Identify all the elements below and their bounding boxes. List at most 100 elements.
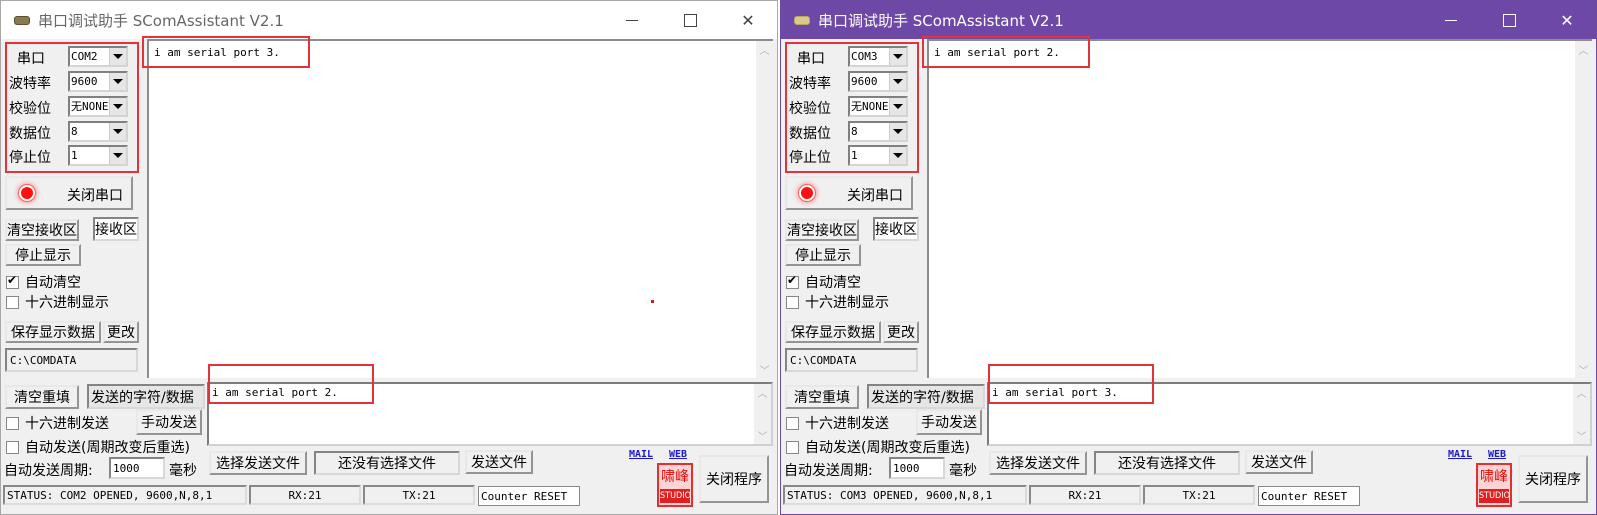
web-link[interactable]: WEB xyxy=(1488,449,1506,460)
checkbox-icon[interactable] xyxy=(6,440,19,454)
auto-send-checkbox[interactable]: 自动发送(周期改变后重选) xyxy=(6,437,190,457)
title-bar[interactable]: 串口调试助手 SComAssistant V2.1 ✕ xyxy=(1,1,777,39)
studio-logo[interactable]: 啸峰 STUDIO xyxy=(1476,463,1512,507)
serial-port-app-icon xyxy=(14,15,30,25)
checkbox-icon[interactable] xyxy=(6,273,19,289)
stopbits-select[interactable]: 1 xyxy=(848,145,908,166)
chevron-down-icon[interactable] xyxy=(889,48,906,65)
receive-scrollbar[interactable]: ︿ ﹀ xyxy=(756,41,773,378)
maximize-button[interactable] xyxy=(1480,1,1538,39)
parity-label: 校验位 xyxy=(9,101,51,117)
auto-send-period-input[interactable]: 1000 xyxy=(109,457,165,479)
checkbox-icon[interactable] xyxy=(6,416,19,430)
clear-send-button[interactable]: 清空重填 xyxy=(785,385,859,409)
hex-send-checkbox[interactable]: 十六进制发送 xyxy=(786,413,889,433)
auto-send-checkbox[interactable]: 自动发送(周期改变后重选) xyxy=(786,437,970,457)
close-button[interactable]: ✕ xyxy=(1538,1,1596,39)
port-select[interactable]: COM2 xyxy=(68,46,128,67)
serial-assistant-window-1[interactable]: 串口调试助手 SComAssistant V2.1 ✕ 串口 COM2 波特率 … xyxy=(0,0,778,515)
baud-label: 波特率 xyxy=(789,76,831,92)
clear-send-button[interactable]: 清空重填 xyxy=(5,385,79,409)
exit-program-button[interactable]: 关闭程序 xyxy=(1518,455,1588,503)
title-bar[interactable]: 串口调试助手 SComAssistant V2.1 ✕ xyxy=(781,1,1596,39)
manual-send-button[interactable]: 手动发送 xyxy=(136,409,202,435)
hex-display-checkbox[interactable]: 十六进制显示 xyxy=(6,292,109,312)
checkbox-icon[interactable] xyxy=(6,295,19,309)
scroll-up-icon[interactable]: ︿ xyxy=(754,384,771,401)
mail-link[interactable]: MAIL xyxy=(1448,449,1472,460)
chevron-down-icon[interactable] xyxy=(109,98,126,115)
databits-select[interactable]: 8 xyxy=(848,121,908,142)
chevron-down-icon[interactable] xyxy=(109,73,126,90)
chevron-down-icon[interactable] xyxy=(109,123,126,140)
serial-assistant-window-2[interactable]: 串口调试助手 SComAssistant V2.1 ✕ 串口 COM3 波特率 … xyxy=(780,0,1597,515)
minimize-button[interactable] xyxy=(603,1,661,39)
auto-clear-checkbox[interactable]: 自动清空 xyxy=(6,272,81,292)
parity-select[interactable]: 无NONE xyxy=(848,96,908,117)
counter-reset-button[interactable]: Counter RESET xyxy=(1258,486,1360,506)
checkbox-icon[interactable] xyxy=(786,295,799,309)
scroll-down-icon[interactable]: ﹀ xyxy=(756,361,773,378)
counter-reset-button[interactable]: Counter RESET xyxy=(478,486,580,506)
maximize-button[interactable] xyxy=(661,1,719,39)
send-file-button[interactable]: 发送文件 xyxy=(1245,450,1313,474)
clear-receive-button[interactable]: 清空接收区 xyxy=(5,219,79,241)
scroll-up-icon[interactable]: ︿ xyxy=(1575,41,1592,58)
save-display-data-button[interactable]: 保存显示数据 xyxy=(785,321,881,343)
databits-select[interactable]: 8 xyxy=(68,121,128,142)
scroll-down-icon[interactable]: ﹀ xyxy=(754,427,771,444)
checkbox-icon[interactable] xyxy=(786,416,799,430)
chevron-down-icon[interactable] xyxy=(889,147,906,164)
baud-select[interactable]: 9600 xyxy=(848,71,908,92)
receive-textarea[interactable]: i am serial port 3. ︿ ﹀ xyxy=(147,39,773,378)
selected-file-field: 还没有选择文件 xyxy=(314,451,460,475)
close-button[interactable]: ✕ xyxy=(719,1,777,39)
checkbox-icon[interactable] xyxy=(786,273,799,289)
stop-display-button[interactable]: 停止显示 xyxy=(785,244,861,266)
select-send-file-button[interactable]: 选择发送文件 xyxy=(209,451,307,475)
scroll-down-icon[interactable]: ﹀ xyxy=(1575,361,1592,378)
exit-program-button[interactable]: 关闭程序 xyxy=(699,455,769,503)
hex-send-checkbox[interactable]: 十六进制发送 xyxy=(6,413,109,433)
receive-textarea[interactable]: i am serial port 2. ︿ ﹀ xyxy=(927,39,1592,378)
port-select[interactable]: COM3 xyxy=(848,46,908,67)
chevron-down-icon[interactable] xyxy=(889,98,906,115)
change-path-button[interactable]: 更改 xyxy=(103,321,139,343)
checkbox-icon[interactable] xyxy=(786,440,799,454)
port-settings-group: 串口 COM2 波特率 9600 校验位 无NONE 数据位 8 停止位 1 xyxy=(5,42,139,173)
chevron-down-icon[interactable] xyxy=(889,73,906,90)
web-link[interactable]: WEB xyxy=(669,449,687,460)
send-scrollbar[interactable]: ︿ ﹀ xyxy=(1573,384,1590,444)
close-port-button[interactable]: 关闭串口 xyxy=(5,176,133,210)
hex-display-checkbox[interactable]: 十六进制显示 xyxy=(786,292,889,312)
chevron-down-icon[interactable] xyxy=(889,123,906,140)
clear-receive-button[interactable]: 清空接收区 xyxy=(785,219,859,241)
stopbits-select[interactable]: 1 xyxy=(68,145,128,166)
auto-clear-checkbox[interactable]: 自动清空 xyxy=(786,272,861,292)
send-scrollbar[interactable]: ︿ ﹀ xyxy=(754,384,771,444)
close-port-button[interactable]: 关闭串口 xyxy=(785,176,913,210)
baud-select[interactable]: 9600 xyxy=(68,71,128,92)
scroll-up-icon[interactable]: ︿ xyxy=(756,41,773,58)
change-path-button[interactable]: 更改 xyxy=(883,321,919,343)
send-file-button[interactable]: 发送文件 xyxy=(465,450,533,474)
parity-select[interactable]: 无NONE xyxy=(68,96,128,117)
auto-send-period-input[interactable]: 1000 xyxy=(889,457,945,479)
chevron-down-icon[interactable] xyxy=(109,147,126,164)
scroll-up-icon[interactable]: ︿ xyxy=(1573,384,1590,401)
manual-send-button[interactable]: 手动发送 xyxy=(916,409,982,435)
mail-link[interactable]: MAIL xyxy=(629,449,653,460)
studio-logo[interactable]: 啸峰 STUDIO xyxy=(657,463,693,507)
receive-scrollbar[interactable]: ︿ ﹀ xyxy=(1575,41,1592,378)
save-display-data-button[interactable]: 保存显示数据 xyxy=(5,321,101,343)
select-send-file-button[interactable]: 选择发送文件 xyxy=(989,451,1087,475)
minimize-button[interactable] xyxy=(1422,1,1480,39)
send-data-label: 发送的字符/数据 xyxy=(867,384,985,409)
chevron-down-icon[interactable] xyxy=(109,48,126,65)
save-path-field[interactable]: C:\COMDATA xyxy=(785,348,918,372)
send-textarea[interactable]: i am serial port 2. ︿ ﹀ xyxy=(207,382,773,446)
save-path-field[interactable]: C:\COMDATA xyxy=(5,348,138,372)
send-textarea[interactable]: i am serial port 3. ︿ ﹀ xyxy=(987,382,1592,446)
stop-display-button[interactable]: 停止显示 xyxy=(5,244,81,266)
scroll-down-icon[interactable]: ﹀ xyxy=(1573,427,1590,444)
